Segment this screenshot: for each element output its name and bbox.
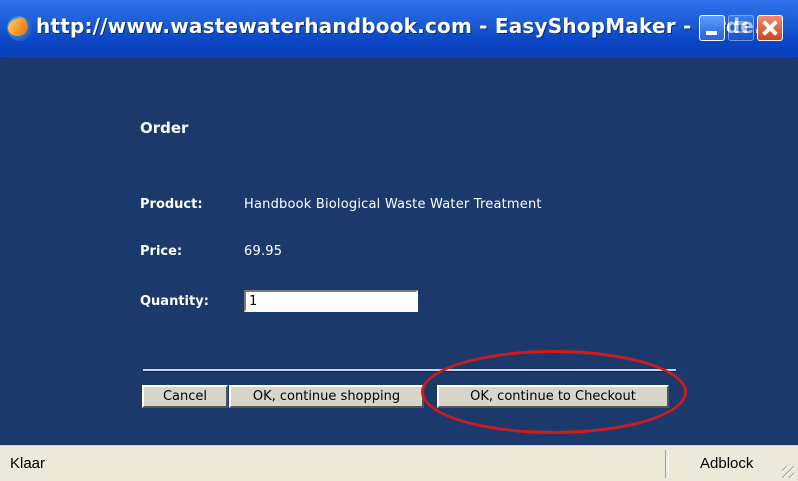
maximize-icon (734, 21, 747, 33)
status-bar: Klaar Adblock (0, 445, 798, 481)
quantity-label: Quantity: (140, 294, 209, 309)
page-title: Order (140, 119, 189, 137)
checkout-button[interactable]: OK, continue to Checkout (437, 385, 669, 408)
close-icon (758, 16, 782, 40)
quantity-input[interactable] (244, 290, 418, 312)
title-bar[interactable]: http://www.wastewaterhandbook.com - Easy… (0, 0, 798, 59)
maximize-button[interactable] (728, 15, 754, 41)
status-text: Klaar (10, 455, 46, 472)
popup-window: http://www.wastewaterhandbook.com - Easy… (0, 0, 798, 481)
divider (143, 369, 676, 372)
price-value: 69.95 (244, 244, 283, 259)
minimize-button[interactable] (699, 15, 725, 41)
order-content (8, 58, 790, 437)
cancel-button[interactable]: Cancel (142, 385, 228, 408)
close-button[interactable] (757, 15, 783, 41)
minimize-icon (706, 31, 717, 35)
window-title: http://www.wastewaterhandbook.com - Easy… (36, 14, 778, 38)
continue-shopping-button[interactable]: OK, continue shopping (229, 385, 424, 408)
resize-grip-icon[interactable] (782, 466, 794, 478)
product-value: Handbook Biological Waste Water Treatmen… (244, 197, 542, 212)
product-label: Product: (140, 197, 203, 212)
status-separator (665, 450, 669, 478)
price-label: Price: (140, 244, 183, 259)
firefox-icon (5, 15, 32, 41)
adblock-status[interactable]: Adblock (700, 455, 753, 472)
